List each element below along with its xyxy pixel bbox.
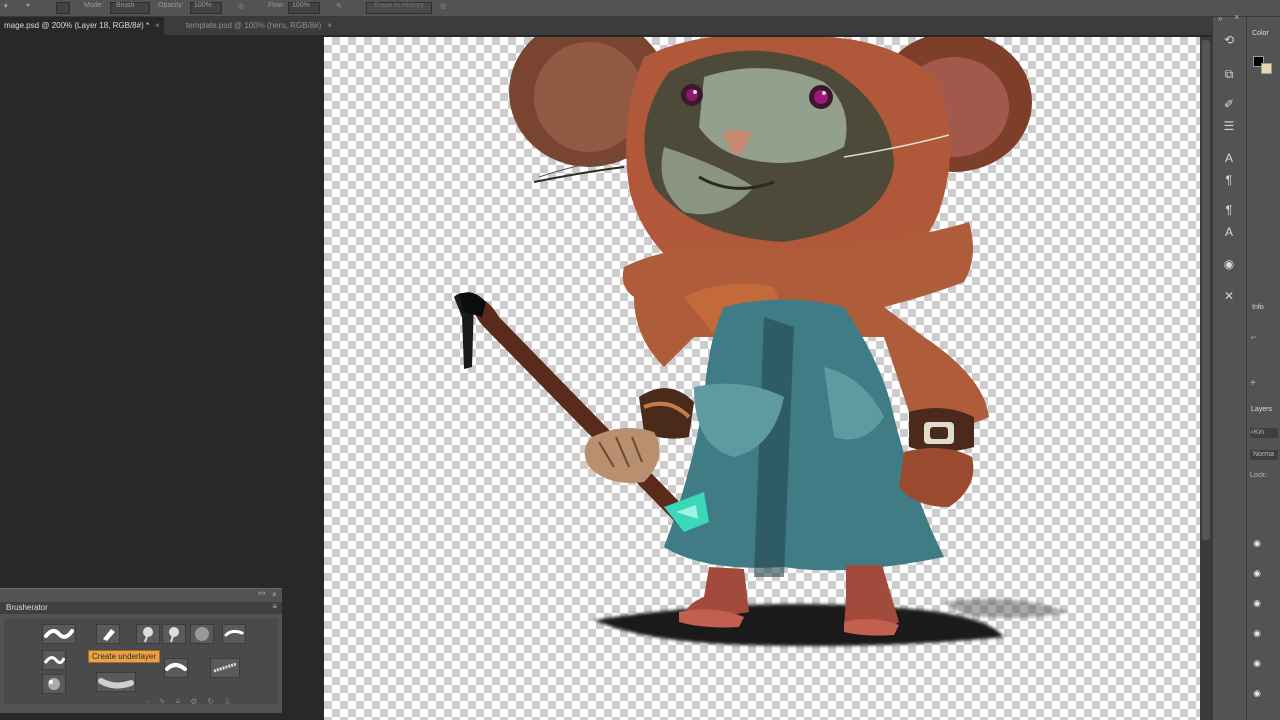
document-tabs: mage.psd @ 200% (Layer 18, RGB/8#) * × te… (0, 17, 1212, 35)
eraser-button[interactable] (96, 624, 120, 644)
brusherator-title: Brusherator (6, 603, 48, 612)
close-icon[interactable]: × (1234, 12, 1239, 22)
layer-visibility-icon[interactable]: ◉ (1251, 628, 1263, 638)
info-panel-label[interactable]: Info (1252, 304, 1264, 311)
brusherator-footer-icons: ▫✎≡⚙↻⇩ (146, 697, 241, 706)
options-bar: ▾ ● Mode: Brush Opacity: 100% ◎ Flow: 10… (0, 0, 1280, 17)
stroke-small-icon (224, 629, 244, 637)
new-icon[interactable]: ▫ (146, 697, 159, 706)
airbrush-stroke-button[interactable] (96, 672, 136, 692)
stroke-dry-icon (165, 663, 187, 671)
tab-label: mage.psd @ 200% (Layer 18, RGB/8#) * (4, 21, 150, 30)
texture-brush-icon (48, 678, 60, 690)
airbrush-stroke-icon (98, 678, 134, 689)
tab-label: template.psd @ 100% (hero, RGB/8#) (186, 21, 322, 30)
stroke-small-button[interactable] (222, 624, 246, 644)
document-canvas[interactable] (324, 37, 1200, 720)
pressure-size-icon[interactable]: ◎ (440, 2, 446, 10)
layer-visibility-icon[interactable]: ◉ (1251, 688, 1263, 698)
tool-preset-icon[interactable]: ▾ (4, 2, 8, 10)
mode-label: Mode: (84, 2, 104, 9)
airbrush-icon[interactable]: ✎ (336, 2, 342, 10)
opacity-label: Opacity: (158, 2, 184, 9)
eyedropper-icon: ⌐ (1251, 332, 1257, 342)
list-icon[interactable]: ≡ (176, 697, 191, 706)
panels-column (1246, 17, 1280, 720)
blend-mode-select[interactable]: Norma (1250, 450, 1278, 460)
stroke-wave-button[interactable] (42, 650, 66, 670)
panel-menu-icon[interactable]: ≡ (272, 602, 277, 611)
mouse-mage-artwork (454, 37, 1069, 646)
tooltip: Create underlayer (88, 650, 161, 663)
erase-history-label: Erase to History (374, 2, 424, 9)
tab-template[interactable]: template.psd @ 100% (hero, RGB/8#) × (182, 17, 336, 35)
tools-icon[interactable]: ✕ (1221, 288, 1237, 304)
brush-panel-toggle-icon[interactable] (56, 2, 70, 14)
character-styles-icon[interactable]: A (1221, 224, 1237, 240)
layer-visibility-icon[interactable]: ◉ (1251, 568, 1263, 578)
eraser-icon (103, 629, 115, 641)
brush-presets-icon[interactable]: ✐ (1221, 96, 1237, 112)
adjustments-icon[interactable]: ☰ (1221, 118, 1237, 134)
paragraph-styles-icon[interactable]: ¶ (1221, 202, 1237, 218)
color-panel-label[interactable]: Color (1252, 30, 1269, 37)
brush-stroke-icon (44, 629, 74, 639)
close-icon[interactable]: × (272, 590, 277, 599)
background-color-swatch[interactable] (1261, 63, 1272, 74)
layer-filter-label: Kin (1253, 429, 1265, 436)
layer-visibility-icon[interactable]: ◉ (1251, 658, 1263, 668)
stroke-wave-icon (43, 656, 66, 665)
close-icon[interactable]: × (155, 21, 160, 30)
plus-icon: + (1250, 378, 1256, 389)
brush-stroke-button[interactable] (42, 624, 76, 644)
visibility-icon[interactable]: ◉ (1221, 256, 1237, 272)
layer-visibility-icon[interactable]: ◉ (1251, 598, 1263, 608)
mode-value: Brush (116, 2, 135, 9)
layer-filter-select[interactable]: ⌕Kin (1250, 428, 1278, 438)
workspace-background (0, 36, 324, 588)
brusherator-tab[interactable]: Brusherator ≡ (0, 602, 282, 614)
soft-brush-icon (195, 627, 209, 641)
tab-mage[interactable]: mage.psd @ 200% (Layer 18, RGB/8#) * × (0, 17, 164, 35)
stroke-texture-button[interactable] (210, 658, 240, 678)
history-brush-icon[interactable]: ⟲ (1221, 32, 1237, 48)
flow-value: 100% (292, 2, 310, 9)
stroke-dry-button[interactable] (164, 658, 188, 678)
smudge-alt-button[interactable] (162, 624, 186, 644)
close-icon[interactable]: × (327, 21, 332, 30)
flow-label: Flow: (268, 2, 285, 9)
clone-source-icon[interactable]: ⧉ (1221, 66, 1237, 82)
scrollbar-thumb[interactable] (1202, 40, 1210, 540)
collapse-panel-icon[interactable]: «« (258, 590, 266, 597)
smudge-icon (143, 627, 153, 643)
lock-label: Lock: (1250, 472, 1267, 479)
settings-icon[interactable]: ⚙ (190, 697, 207, 706)
soft-brush-button[interactable] (190, 624, 214, 644)
refresh-icon[interactable]: ↻ (207, 697, 224, 706)
brush-size-icon[interactable]: ● (26, 2, 30, 9)
layers-panel-label[interactable]: Layers (1251, 406, 1272, 413)
smudge-button[interactable] (136, 624, 160, 644)
edit-icon[interactable]: ✎ (159, 697, 176, 706)
layer-visibility-icon[interactable]: ◉ (1251, 538, 1263, 548)
texture-brush-button[interactable] (42, 674, 66, 694)
collapse-dock-icon[interactable]: » (1218, 14, 1222, 23)
stroke-texture-icon (213, 662, 237, 673)
paragraph-icon[interactable]: ¶ (1221, 172, 1237, 188)
opacity-value: 100% (194, 2, 212, 9)
pressure-opacity-icon[interactable]: ◎ (238, 2, 244, 10)
character-icon[interactable]: A (1221, 150, 1237, 166)
smudge-alt-icon (169, 627, 179, 643)
download-icon[interactable]: ⇩ (224, 697, 241, 706)
